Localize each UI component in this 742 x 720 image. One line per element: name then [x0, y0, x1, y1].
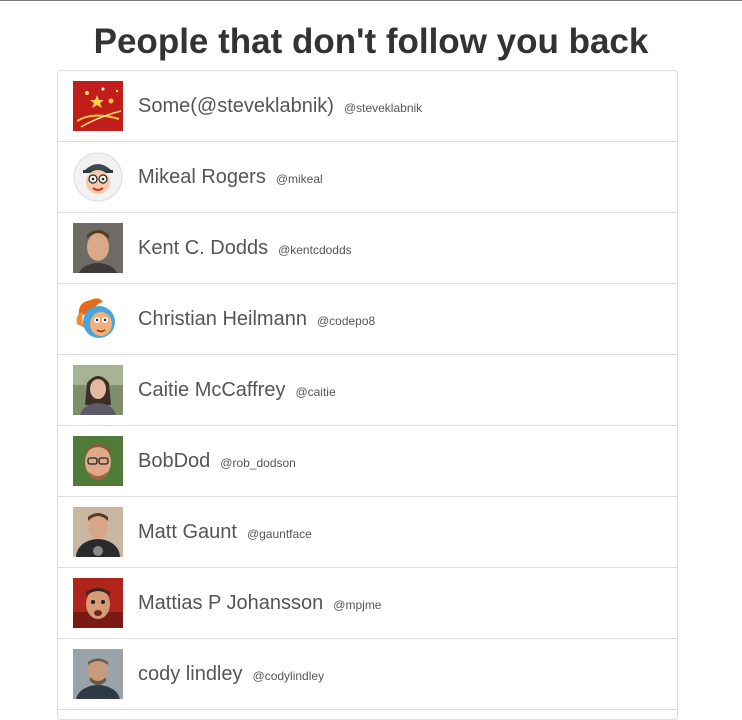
user-name[interactable]: Mattias P Johansson [138, 592, 323, 615]
user-handle[interactable]: @rob_dodson [220, 456, 296, 470]
user-name[interactable]: BobDod [138, 450, 210, 473]
avatar[interactable] [73, 223, 123, 273]
avatar-sparkles-red-icon [73, 81, 123, 131]
user-handle[interactable]: @caitie [295, 385, 335, 399]
avatar-photo-icon [73, 436, 123, 486]
list-item[interactable]: Matt Gaunt @gauntface [58, 497, 677, 568]
user-handle[interactable]: @mpjme [333, 598, 381, 612]
avatar[interactable] [73, 578, 123, 628]
user-name[interactable]: Kent C. Dodds [138, 237, 268, 260]
avatar-photo-icon [73, 578, 123, 628]
list-item[interactable]: Christian Heilmann @codepo8 [58, 284, 677, 355]
avatar[interactable] [73, 294, 123, 344]
avatar[interactable] [73, 507, 123, 557]
list-item[interactable]: Mikeal Rogers @mikeal [58, 142, 677, 213]
avatar-photo-icon [73, 507, 123, 557]
user-handle[interactable]: @gauntface [247, 527, 312, 541]
user-name[interactable]: Matt Gaunt [138, 521, 237, 544]
list-item[interactable]: cody lindley @codylindley [58, 639, 677, 710]
list-item[interactable]: Caitie McCaffrey @caitie [58, 355, 677, 426]
list-item[interactable]: Some(@steveklabnik) @steveklabnik [58, 71, 677, 142]
avatar[interactable] [73, 436, 123, 486]
user-name[interactable]: cody lindley [138, 663, 243, 686]
user-name[interactable]: Caitie McCaffrey [138, 379, 285, 402]
avatar[interactable] [73, 152, 123, 202]
user-name[interactable]: Some(@steveklabnik) [138, 95, 334, 118]
avatar[interactable] [73, 81, 123, 131]
avatar[interactable] [73, 649, 123, 699]
user-name[interactable]: Mikeal Rogers [138, 166, 266, 189]
avatar-photo-icon [73, 365, 123, 415]
list-item[interactable]: BobDod @rob_dodson [58, 426, 677, 497]
avatar-cartoon-face-icon [73, 152, 123, 202]
avatar-cartoon-orange-icon [73, 294, 123, 344]
user-handle[interactable]: @codylindley [253, 669, 325, 683]
top-rule [0, 0, 742, 1]
page-title: People that don't follow you back [93, 22, 649, 61]
user-name[interactable]: Christian Heilmann [138, 308, 307, 331]
avatar-photo-icon [73, 649, 123, 699]
user-handle[interactable]: @steveklabnik [344, 101, 422, 115]
avatar-photo-icon [73, 223, 123, 273]
avatar[interactable] [73, 365, 123, 415]
list-item[interactable]: Kent C. Dodds @kentcdodds [58, 213, 677, 284]
user-handle[interactable]: @kentcdodds [278, 243, 352, 257]
user-handle[interactable]: @codepo8 [317, 314, 375, 328]
user-list: Some(@steveklabnik) @steveklabnik Mikeal… [57, 70, 678, 720]
list-item[interactable]: Mattias P Johansson @mpjme [58, 568, 677, 639]
user-handle[interactable]: @mikeal [276, 172, 323, 186]
